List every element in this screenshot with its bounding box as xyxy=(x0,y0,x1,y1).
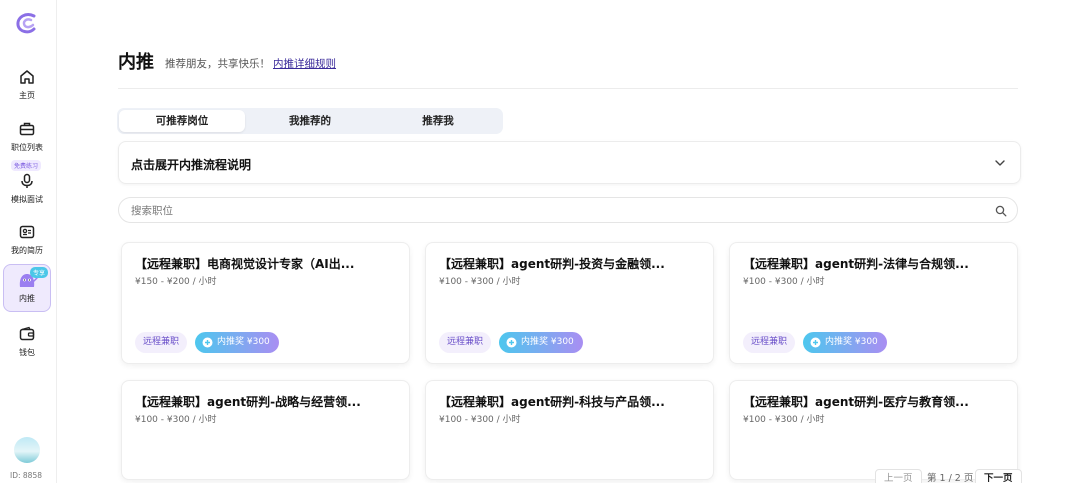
job-title: 【远程兼职】agent研判-科技与产品领... xyxy=(439,395,665,409)
tab-referred-me[interactable]: 推荐我 xyxy=(375,110,501,132)
user-id: ID: 8858 xyxy=(10,471,42,480)
job-title: 【远程兼职】电商视觉设计专家（AI出... xyxy=(135,257,355,271)
tab-recommendable-positions[interactable]: 可推荐岗位 xyxy=(119,110,245,132)
wallet-icon xyxy=(19,326,35,341)
page-title: 内推 xyxy=(118,52,154,73)
search-bar xyxy=(118,197,1018,223)
job-salary: ¥100 - ¥300 / 小时 xyxy=(439,277,521,287)
job-salary: ¥100 - ¥300 / 小时 xyxy=(743,277,825,287)
job-title: 【远程兼职】agent研判-医疗与教育领... xyxy=(743,395,969,409)
plus-circle-icon xyxy=(202,337,213,348)
avatar[interactable] xyxy=(14,437,40,463)
reward-label: 内推奖 ¥300 xyxy=(825,337,878,347)
exclusive-badge: 专享 xyxy=(29,267,48,278)
tab-my-referrals[interactable]: 我推荐的 xyxy=(247,110,373,132)
reward-label: 内推奖 ¥300 xyxy=(521,337,574,347)
referral-reward-badge[interactable]: 内推奖 ¥300 xyxy=(499,332,583,353)
sidebar-item-wallet[interactable]: 钱包 xyxy=(3,325,51,358)
sidebar-item-label: 模拟面试 xyxy=(11,195,43,204)
job-salary: ¥100 - ¥300 / 小时 xyxy=(135,415,217,425)
job-salary: ¥150 - ¥200 / 小时 xyxy=(135,277,217,287)
microphone-icon xyxy=(21,173,33,188)
job-card[interactable]: 【远程兼职】电商视觉设计专家（AI出... ¥150 - ¥200 / 小时 远… xyxy=(121,242,410,364)
job-card[interactable]: 【远程兼职】agent研判-医疗与教育领... ¥100 - ¥300 / 小时 xyxy=(729,380,1018,480)
briefcase-icon xyxy=(19,122,35,136)
job-salary: ¥100 - ¥300 / 小时 xyxy=(439,415,521,425)
home-icon xyxy=(20,70,34,84)
sidebar-item-home[interactable]: 主页 xyxy=(3,68,51,101)
header-divider xyxy=(118,88,1018,89)
sidebar-item-resume[interactable]: 我的简历 xyxy=(3,223,51,256)
tab-bar: 可推荐岗位 我推荐的 推荐我 xyxy=(117,108,503,134)
sidebar: 主页 职位列表 免费练习 模拟面试 我的简历 专享 内推 钱包 ID: 8858 xyxy=(0,0,57,483)
reward-label: 内推奖 ¥300 xyxy=(217,337,270,347)
page-indicator: 第 1 / 2 页 xyxy=(927,473,974,483)
job-card[interactable]: 【远程兼职】agent研判-法律与合规领... ¥100 - ¥300 / 小时… xyxy=(729,242,1018,364)
job-type-tag: 远程兼职 xyxy=(743,332,796,353)
sidebar-item-label: 职位列表 xyxy=(11,143,43,152)
app-logo-icon[interactable] xyxy=(12,10,40,38)
job-title: 【远程兼职】agent研判-投资与金融领... xyxy=(439,257,665,271)
job-card[interactable]: 【远程兼职】agent研判-战略与经营领... ¥100 - ¥300 / 小时 xyxy=(121,380,410,480)
job-title: 【远程兼职】agent研判-战略与经营领... xyxy=(135,395,361,409)
job-card[interactable]: 【远程兼职】agent研判-投资与金融领... ¥100 - ¥300 / 小时… xyxy=(425,242,714,364)
chevron-down-icon xyxy=(995,160,1005,166)
sidebar-item-label: 钱包 xyxy=(19,348,35,357)
plus-circle-icon xyxy=(810,337,821,348)
job-type-tag: 远程兼职 xyxy=(439,332,492,353)
referral-reward-badge[interactable]: 内推奖 ¥300 xyxy=(195,332,279,353)
search-input[interactable] xyxy=(131,202,971,219)
referral-rules-link[interactable]: 内推详细规则 xyxy=(273,56,336,71)
job-title: 【远程兼职】agent研判-法律与合规领... xyxy=(743,257,969,271)
accordion-title: 点击展开内推流程说明 xyxy=(131,158,252,172)
sidebar-item-referral[interactable]: 专享 内推 xyxy=(3,264,51,312)
sidebar-item-label: 内推 xyxy=(19,294,35,303)
sidebar-item-label: 我的简历 xyxy=(11,246,43,255)
free-practice-badge: 免费练习 xyxy=(11,160,42,171)
referral-process-accordion[interactable]: 点击展开内推流程说明 xyxy=(118,141,1021,184)
page-subtitle: 推荐朋友，共享快乐！ xyxy=(165,58,270,70)
referral-reward-badge[interactable]: 内推奖 ¥300 xyxy=(803,332,887,353)
job-salary: ¥100 - ¥300 / 小时 xyxy=(743,415,825,425)
plus-circle-icon xyxy=(506,337,517,348)
sidebar-item-jobs[interactable]: 职位列表 xyxy=(3,120,51,153)
prev-page-button[interactable]: 上一页 xyxy=(875,469,922,483)
search-icon[interactable] xyxy=(995,205,1007,217)
job-card[interactable]: 【远程兼职】agent研判-科技与产品领... ¥100 - ¥300 / 小时 xyxy=(425,380,714,480)
next-page-button[interactable]: 下一页 xyxy=(975,469,1022,483)
resume-icon xyxy=(19,225,35,239)
job-type-tag: 远程兼职 xyxy=(135,332,188,353)
sidebar-item-mock-interview[interactable]: 免费练习 模拟面试 xyxy=(3,160,51,205)
sidebar-item-label: 主页 xyxy=(19,91,35,100)
